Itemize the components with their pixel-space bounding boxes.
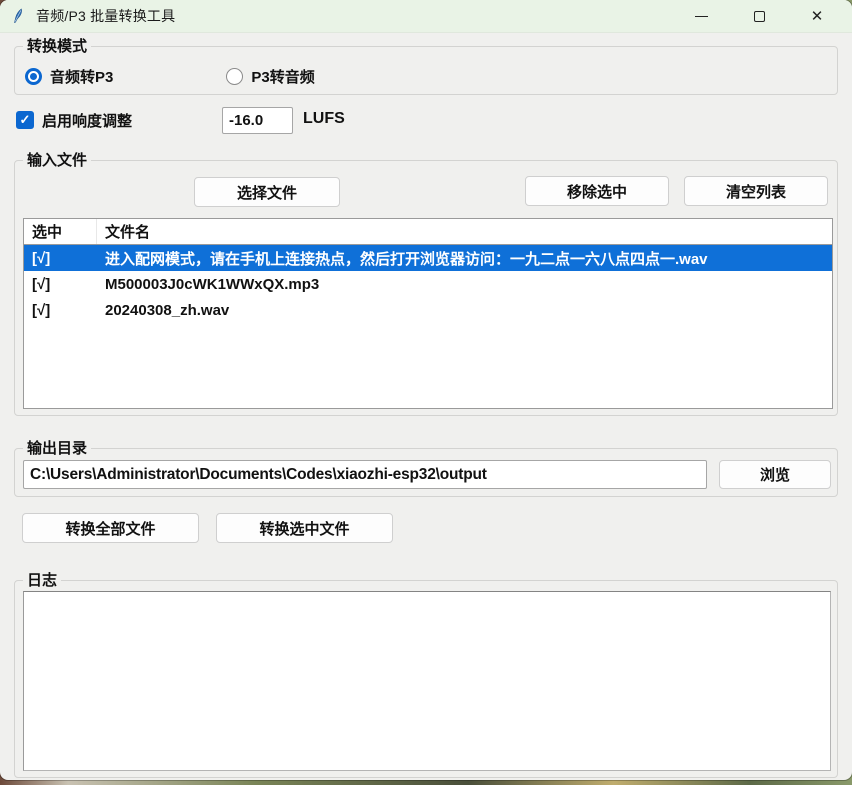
log-textarea[interactable] (23, 591, 831, 771)
input-files-label: 输入文件 (23, 151, 91, 170)
file-list: 选中 文件名 [√] 进入配网模式，请在手机上连接热点，然后打开浏览器访问：一九… (23, 218, 833, 409)
output-dir-group: 输出目录 浏览 (14, 448, 838, 497)
tk-feather-icon (11, 8, 27, 24)
file-list-header: 选中 文件名 (24, 219, 832, 245)
column-header-checked[interactable]: 选中 (24, 219, 97, 244)
close-button[interactable]: ✕ (788, 0, 846, 33)
title-bar[interactable]: 音频/P3 批量转换工具 ✕ (0, 0, 852, 33)
select-files-button[interactable]: 选择文件 (194, 177, 340, 207)
radio-p3-to-audio[interactable]: P3转音频 (226, 66, 314, 87)
loudness-unit-label: LUFS (303, 110, 345, 128)
log-label: 日志 (23, 571, 61, 590)
loudness-value-input[interactable] (222, 107, 293, 134)
row-checked-cell: [√] (24, 276, 97, 293)
app-window: 音频/P3 批量转换工具 ✕ 转换模式 音频转P3 P3转音频 ✓ 启用响度调整… (0, 0, 852, 780)
maximize-button[interactable] (730, 0, 788, 33)
clear-list-button[interactable]: 清空列表 (684, 176, 828, 206)
loudness-row: ✓ 启用响度调整 (16, 106, 132, 134)
window-title: 音频/P3 批量转换工具 (36, 6, 175, 26)
input-files-group: 输入文件 选择文件 移除选中 清空列表 选中 文件名 [√] 进入配网模式，请在… (14, 160, 838, 416)
radio-selected-icon (25, 68, 42, 85)
minimize-button[interactable] (672, 0, 730, 33)
output-dir-label: 输出目录 (23, 439, 91, 458)
mode-radio-row: 音频转P3 P3转音频 (25, 66, 315, 87)
window-controls: ✕ (672, 0, 846, 33)
log-group: 日志 (14, 580, 838, 778)
loudness-checkbox[interactable]: ✓ (16, 111, 34, 129)
row-filename-cell: M500003J0cWK1WWxQX.mp3 (97, 276, 832, 293)
radio-audio-to-p3[interactable]: 音频转P3 (25, 66, 113, 87)
maximize-icon (754, 11, 765, 22)
conversion-mode-label: 转换模式 (23, 37, 91, 56)
table-row[interactable]: [√] 20240308_zh.wav (24, 297, 832, 323)
browse-button[interactable]: 浏览 (719, 460, 831, 489)
convert-selected-button[interactable]: 转换选中文件 (216, 513, 393, 543)
table-row[interactable]: [√] M500003J0cWK1WWxQX.mp3 (24, 271, 832, 297)
table-row[interactable]: [√] 进入配网模式，请在手机上连接热点，然后打开浏览器访问：一九二点一六八点四… (24, 245, 832, 271)
output-dir-input[interactable] (23, 460, 707, 489)
conversion-mode-group: 转换模式 音频转P3 P3转音频 (14, 46, 838, 95)
row-filename-cell: 进入配网模式，请在手机上连接热点，然后打开浏览器访问：一九二点一六八点四点一.w… (97, 248, 832, 269)
convert-all-button[interactable]: 转换全部文件 (22, 513, 199, 543)
column-header-filename[interactable]: 文件名 (97, 219, 832, 244)
radio-p3-to-audio-label: P3转音频 (251, 66, 314, 87)
radio-unselected-icon (226, 68, 243, 85)
close-icon: ✕ (811, 9, 824, 24)
row-checked-cell: [√] (24, 302, 97, 319)
remove-selected-button[interactable]: 移除选中 (525, 176, 669, 206)
radio-audio-to-p3-label: 音频转P3 (50, 66, 113, 87)
row-checked-cell: [√] (24, 250, 97, 267)
minimize-icon (695, 16, 708, 17)
loudness-checkbox-label: 启用响度调整 (42, 110, 132, 131)
row-filename-cell: 20240308_zh.wav (97, 302, 832, 319)
